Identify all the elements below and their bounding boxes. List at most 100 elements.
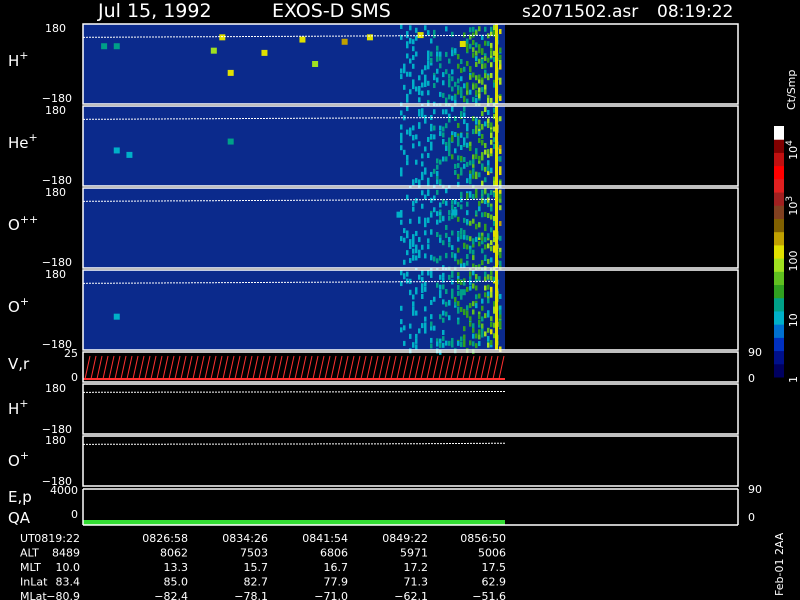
heatmap-3-cell bbox=[442, 329, 445, 335]
heatmap-0-cell bbox=[472, 72, 475, 78]
colorbar-tick-4-base: 10 bbox=[787, 146, 800, 160]
heatmap-1-cell bbox=[484, 177, 487, 183]
ephemeris-value: 77.9 bbox=[324, 576, 349, 589]
heatmap-3-cell bbox=[481, 332, 484, 338]
heatmap-1-cell bbox=[439, 125, 442, 131]
ephemeris-value: 7503 bbox=[240, 547, 268, 560]
heatmap-2-cell bbox=[427, 217, 430, 223]
heatmap-0-cell bbox=[463, 32, 466, 38]
heatmap-3-cell bbox=[439, 338, 442, 344]
heatmap-0-cell bbox=[406, 53, 409, 59]
heatmap-2-cell bbox=[445, 200, 448, 206]
velocity-tick bbox=[192, 355, 199, 380]
heatmap-0-cell bbox=[439, 63, 442, 69]
heatmap-0-cell bbox=[481, 79, 484, 85]
side-note: Feb-01 2AA bbox=[773, 532, 786, 596]
heatmap-0-cell bbox=[457, 78, 460, 84]
heatmap-2-cell bbox=[406, 230, 409, 236]
heatmap-1-cell bbox=[451, 154, 454, 160]
heatmap-2-cell bbox=[448, 237, 451, 243]
heatmap-2-cell bbox=[463, 242, 466, 248]
heatmap-0-cell bbox=[475, 30, 478, 36]
heatmap-3-cell bbox=[442, 299, 445, 305]
velocity-tick bbox=[324, 355, 331, 380]
heatmap-2-cell bbox=[409, 239, 412, 245]
colorbar-tick-3-exp: 3 bbox=[785, 196, 795, 202]
heatmap-1-cell bbox=[430, 171, 433, 177]
heatmap-2-cell bbox=[427, 190, 430, 196]
heatmap-2-cell bbox=[403, 237, 406, 243]
heatmap-1-cell bbox=[442, 139, 445, 145]
heatmap-0-cell bbox=[469, 74, 472, 80]
velocity-tick bbox=[498, 355, 505, 380]
heatmap-2-cell bbox=[409, 258, 412, 264]
heatmap-1-cell bbox=[469, 173, 472, 179]
heatmap-0-cell bbox=[427, 30, 430, 36]
heatmap-0-cell bbox=[418, 75, 421, 81]
heatmap-3-cell bbox=[415, 344, 418, 350]
heatmap-3-cell bbox=[412, 294, 415, 300]
heatmap-1-cell bbox=[478, 137, 481, 143]
heatmap-0-cell bbox=[424, 65, 427, 71]
heatmap-3-cell bbox=[487, 274, 490, 280]
heatmap-2-cell bbox=[469, 192, 472, 198]
velocity-tick bbox=[108, 355, 115, 380]
heatmap-3-cell bbox=[469, 302, 472, 308]
panels-group: 180−180H+180−180He+180−180O++180−180O+V,… bbox=[8, 22, 762, 527]
ephemeris-value: 10.0 bbox=[56, 561, 81, 574]
heatmap-1-cell bbox=[457, 123, 460, 129]
heatmap-0-cell bbox=[403, 84, 406, 90]
heatmap-0-cell bbox=[481, 48, 484, 54]
heatmap-2-cell bbox=[487, 258, 490, 264]
heatmap-0-cell bbox=[448, 94, 451, 100]
heatmap-0-cell bbox=[484, 55, 487, 61]
heatmap-3-cell bbox=[421, 288, 424, 294]
heatmap-0-cell bbox=[466, 38, 469, 44]
heatmap-1-cell bbox=[403, 149, 406, 155]
velocity-tick bbox=[414, 355, 421, 380]
velocity-ymid: 0 bbox=[71, 371, 78, 384]
heatmap-3-cell bbox=[490, 329, 493, 335]
heatmap-0-cell bbox=[445, 26, 448, 32]
ephemeris-value: −51.6 bbox=[472, 590, 506, 600]
heatmap-0-cell bbox=[484, 89, 487, 95]
heatmap-2-cell bbox=[406, 194, 409, 200]
heatmap-0-cell bbox=[475, 56, 478, 62]
heatmap-0-cell bbox=[484, 84, 487, 90]
heatmap-3-cell bbox=[448, 340, 451, 346]
heatmap-1-cell bbox=[409, 131, 412, 137]
heatmap-1-cell bbox=[454, 131, 457, 137]
heatmap-3-cell bbox=[421, 270, 424, 276]
velocity-tick bbox=[450, 355, 457, 380]
heatmap-2-cell bbox=[487, 202, 490, 208]
velocity-label: V,r bbox=[8, 355, 30, 373]
heatmap-1-cell bbox=[415, 159, 418, 165]
heatmap-1-cell bbox=[430, 141, 433, 147]
heatmap-2-cell bbox=[448, 210, 451, 216]
heatmap-2-cell bbox=[466, 235, 469, 241]
heatmap-2-cell bbox=[403, 259, 406, 265]
velocity-tick bbox=[222, 355, 229, 380]
heatmap-2-cell bbox=[451, 252, 454, 258]
heatmap-1-cell bbox=[469, 145, 472, 151]
velocity-tick bbox=[258, 355, 265, 380]
heatmap-0-cell bbox=[448, 73, 451, 79]
heatmap-3-cell bbox=[448, 315, 451, 321]
heatmap-0-cell bbox=[475, 42, 478, 48]
velocity-tick bbox=[102, 355, 109, 380]
heatmap-1-cell bbox=[433, 109, 436, 115]
heatmap-2-cell bbox=[430, 197, 433, 203]
heatmap-0-cell bbox=[460, 86, 463, 92]
heatmap-1-cell bbox=[400, 145, 403, 151]
heatmap-2-cell bbox=[403, 228, 406, 234]
line-panel-0-label-sup: + bbox=[19, 397, 28, 410]
heatmap-3-cell bbox=[445, 301, 448, 307]
heatmap-2-label-sup: ++ bbox=[20, 213, 38, 226]
line-panel-1-label: O+ bbox=[8, 449, 29, 470]
heatmap-0-cell bbox=[439, 91, 442, 97]
velocity-right-bottom: 0 bbox=[748, 372, 755, 385]
heatmap-1-cell bbox=[475, 128, 478, 134]
heatmap-0-spot-2 bbox=[210, 47, 217, 54]
heatmap-2-cell bbox=[424, 230, 427, 236]
heatmap-0-cell bbox=[469, 43, 472, 49]
